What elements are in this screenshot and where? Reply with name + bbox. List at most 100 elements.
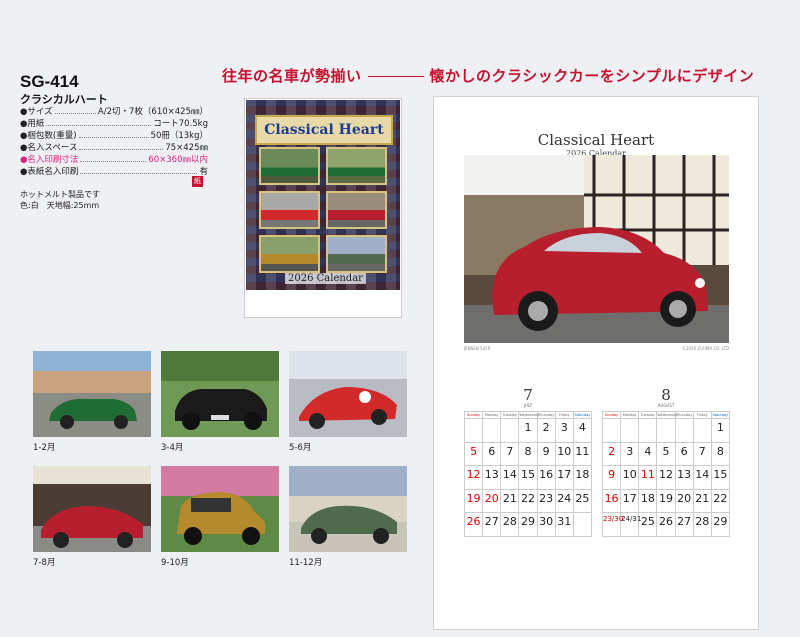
thumbnail-label: 11-12月 xyxy=(289,558,323,568)
calendar-day-cell: 18 xyxy=(638,488,658,513)
thumbnail-label: 1-2月 xyxy=(33,443,56,453)
calendar-day-cell: 22 xyxy=(518,488,538,513)
calendar-day-cell: 12 xyxy=(463,465,484,490)
weekday-header: Friday xyxy=(692,411,712,419)
cover-photo xyxy=(326,235,387,273)
calendar-day-cell: 4 xyxy=(572,418,593,443)
photo-caption-right: ©2026 ZUUMA CO.,LTD xyxy=(681,346,729,351)
cover-photo xyxy=(326,147,387,185)
calendar-page: Classical Heart 2026 Calendar JENSEN 541… xyxy=(433,96,759,630)
calendar-day-cell xyxy=(692,418,712,443)
calendar-day-cell xyxy=(482,418,502,443)
thumbnail-7-8[interactable] xyxy=(33,466,151,552)
calendar-day-cell: 8 xyxy=(518,441,538,466)
calendar-day-cell: 9 xyxy=(601,465,622,490)
calendar-day-cell xyxy=(620,418,640,443)
thumbnail-label: 3-4月 xyxy=(161,443,184,453)
weekday-header: Saturday xyxy=(710,411,731,419)
calendar-day-cell: 10 xyxy=(554,441,574,466)
month-august: 8 AUGUST Sunday Monday Tuesday Wednesday Thu… xyxy=(601,386,731,537)
thumbnail-9-10[interactable] xyxy=(161,466,279,552)
calendar-day-cell xyxy=(674,418,694,443)
calendar-day-cell xyxy=(601,418,622,443)
calendar-day-cell: 18 xyxy=(572,465,593,490)
product-code: SG-414 xyxy=(20,72,79,91)
calendar-day-cell: 11 xyxy=(638,465,658,490)
calendar-day-cell: 1 xyxy=(518,418,538,443)
thumbnail-5-6[interactable] xyxy=(289,351,407,437)
cover-thumbnail[interactable]: Classical Heart 2026 Calendar xyxy=(244,98,402,318)
cover-photo xyxy=(326,191,387,229)
calendar-day-cell: 7 xyxy=(500,441,520,466)
calendar-day-cell: 26 xyxy=(463,512,484,537)
calendar-day-cell: 13 xyxy=(482,465,502,490)
note-line: ホットメルト製品です xyxy=(20,190,100,199)
weekday-header: Sunday xyxy=(463,411,484,419)
photo-caption-left: JENSEN 541R xyxy=(464,346,491,351)
calendar-day-cell: 26 xyxy=(656,512,676,537)
calendar-day-cell xyxy=(500,418,520,443)
spec-row-highlight: ●名入印刷寸法 60×360㎜以内 xyxy=(20,155,208,165)
calendar-day-cell: 7 xyxy=(692,441,712,466)
calendar-day-cell: 27 xyxy=(482,512,502,537)
calendar-day-cell: 14 xyxy=(692,465,712,490)
cover-photo xyxy=(259,235,320,273)
calendar-day-cell: 2 xyxy=(601,441,622,466)
calendar-day-cell xyxy=(638,418,658,443)
calendar-day-cell: 6 xyxy=(482,441,502,466)
calendar-day-cell: 4 xyxy=(638,441,658,466)
calendar-photo xyxy=(464,155,729,343)
month-grid: Sunday Monday Tuesday Wednesday Thursday Frid… xyxy=(601,411,731,537)
cover-photo xyxy=(259,191,320,229)
calendar-day-cell: 3 xyxy=(620,441,640,466)
weekday-header: Tuesday xyxy=(500,411,520,419)
calendar-day-cell: 16 xyxy=(601,488,622,513)
thumbnail-label: 7-8月 xyxy=(33,558,56,568)
spec-row: ●梱包数(重量) 50冊（13kg） xyxy=(20,131,208,141)
thumbnail-1-2[interactable] xyxy=(33,351,151,437)
calendar-day-cell: 11 xyxy=(572,441,593,466)
weekday-header: Tuesday xyxy=(638,411,658,419)
calendar-day-cell: 23 xyxy=(536,488,556,513)
calendar-day-cell xyxy=(656,418,676,443)
calendar-day-cell: 13 xyxy=(674,465,694,490)
calendar-day-cell: 17 xyxy=(620,488,640,513)
calendar-day-cell: 9 xyxy=(536,441,556,466)
calendar-day-cell: 25 xyxy=(638,512,658,537)
month-number: 7 xyxy=(523,386,533,404)
thumbnail-3-4[interactable] xyxy=(161,351,279,437)
month-name: JULY xyxy=(523,403,533,408)
calendar-day-cell: 6 xyxy=(674,441,694,466)
calendar-day-cell: 1 xyxy=(710,418,731,443)
calendar-day-cell: 29 xyxy=(710,512,731,537)
calendar-title: Classical Heart xyxy=(537,131,655,149)
calendar-day-cell: 17 xyxy=(554,465,574,490)
thumbnail-label: 9-10月 xyxy=(161,558,189,568)
weekday-header: Monday xyxy=(620,411,640,419)
calendar-day-cell: 14 xyxy=(500,465,520,490)
month-july: 7 JULY Sunday Monday Tuesday Wednesday Thurs… xyxy=(463,386,593,537)
cover-year: 2026 Calendar xyxy=(285,273,366,284)
calendar-day-cell: 28 xyxy=(692,512,712,537)
thumbnail-label: 5-6月 xyxy=(289,443,312,453)
month-number: 8 xyxy=(661,386,671,404)
headline-rule xyxy=(367,76,424,77)
headline-left: 往年の名車が勢揃い xyxy=(222,67,362,85)
spec-row: ●名入スペース 75×425㎜ xyxy=(20,143,208,153)
month-grid: Sunday Monday Tuesday Wednesday Thursday Frid… xyxy=(463,411,593,537)
product-notes: ホットメルト製品です 色:白 天地幅:25mm xyxy=(20,189,100,211)
calendar-day-cell: 19 xyxy=(656,488,676,513)
paper-tag-icon: 紙 xyxy=(192,176,203,187)
calendar-day-cell: 15 xyxy=(710,465,731,490)
spec-row: ●用紙 コート70.5kg xyxy=(20,119,208,129)
calendar-day-cell: 2 xyxy=(536,418,556,443)
weekday-header: Monday xyxy=(482,411,502,419)
calendar-day-cell: 10 xyxy=(620,465,640,490)
weekday-header: Saturday xyxy=(572,411,593,419)
weekday-header: Thursday xyxy=(536,411,556,419)
calendar-day-cell: 5 xyxy=(463,441,484,466)
thumbnail-11-12[interactable] xyxy=(289,466,407,552)
weekday-header: Thursday xyxy=(674,411,694,419)
spec-row: ●表紙名入印刷有 xyxy=(20,167,208,177)
calendar-day-cell: 16 xyxy=(536,465,556,490)
